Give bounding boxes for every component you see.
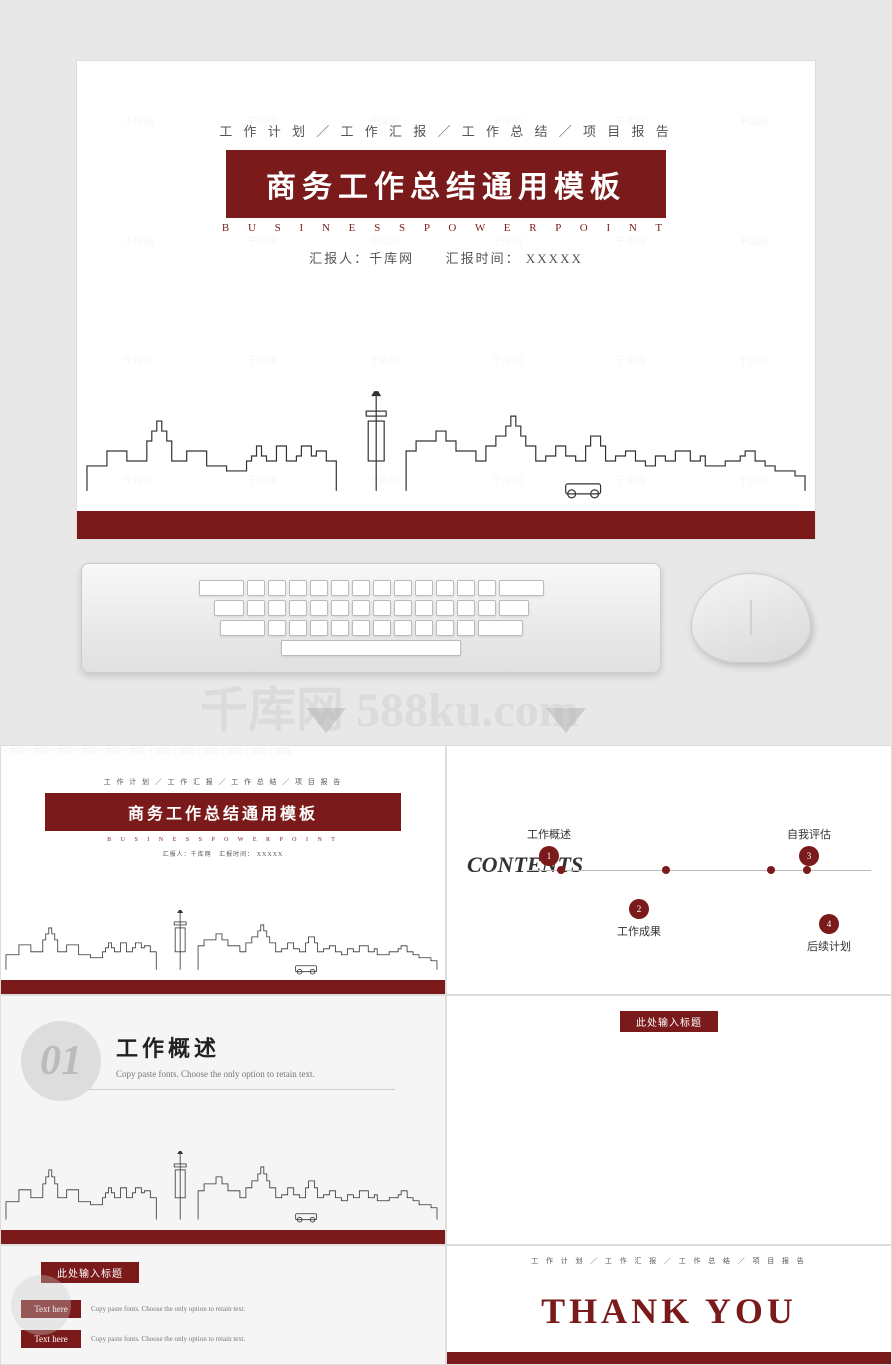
contents-item-4: 4 后续计划 bbox=[807, 914, 851, 954]
section01-skyline bbox=[1, 1150, 445, 1230]
arrow-section bbox=[0, 695, 892, 745]
contents-item-2-label: 工作成果 bbox=[617, 923, 661, 939]
contents-line bbox=[527, 870, 871, 871]
thankyou-cell: 工 作 计 划 ／ 工 作 汇 报 ／ 工 作 总 结 ／ 项 目 报 告 TH… bbox=[446, 1245, 892, 1365]
arrow-right bbox=[546, 708, 586, 733]
num-bg-circle-sm bbox=[11, 1275, 71, 1335]
section01-bottom-bar bbox=[1, 1230, 445, 1244]
keyboard-image bbox=[81, 563, 661, 673]
contents-item-3-label: 自我评估 bbox=[787, 826, 831, 842]
texthere-desc-1: Copy paste fonts. Choose the only option… bbox=[91, 1305, 246, 1313]
texthere-cell: 此处输入标题 Text here Copy paste fonts. Choos… bbox=[0, 1245, 446, 1365]
arrow-left bbox=[306, 708, 346, 733]
grid-section: 千库网千库网千库网千库网千库网千库网 千库网千库网千库网千库网千库网千库网 工 … bbox=[0, 745, 892, 1365]
contents-dot-2 bbox=[662, 866, 670, 874]
contents-item-1: 工作概述 1 bbox=[527, 826, 571, 866]
section01-title: 工作概述 bbox=[116, 1031, 420, 1063]
city-skyline bbox=[77, 391, 815, 511]
texthere-row-1: Text here Copy paste fonts. Choose the o… bbox=[21, 1300, 425, 1318]
contents-item-1-num: 1 bbox=[539, 846, 559, 866]
title-input-badge: 此处输入标题 bbox=[620, 1011, 718, 1032]
slide-bottom-bar bbox=[77, 511, 815, 539]
slide-main-title: 商务工作总结通用模板 bbox=[226, 150, 666, 218]
contents-item-4-num: 4 bbox=[819, 914, 839, 934]
contents-item-2: 2 工作成果 bbox=[617, 899, 661, 939]
ty-bottom-bar bbox=[447, 1352, 891, 1364]
contents-item-1-label: 工作概述 bbox=[527, 826, 571, 842]
slide-content: 工 作 计 划 ／ 工 作 汇 报 ／ 工 作 总 结 ／ 项 目 报 告 商务… bbox=[77, 61, 815, 267]
section01-line bbox=[51, 1089, 395, 1090]
slide-reporter: 汇报人：千库网 汇报时间： XXXXX bbox=[309, 248, 583, 267]
texthere-desc-2: Copy paste fonts. Choose the only option… bbox=[91, 1335, 246, 1343]
contents-item-2-num: 2 bbox=[629, 899, 649, 919]
slide-subtitle: 工 作 计 划 ／ 工 作 汇 报 ／ 工 作 总 结 ／ 项 目 报 告 bbox=[219, 121, 673, 140]
contents-cell: CONTENTS 工作概述 1 自我评估 3 2 工作成果 bbox=[446, 745, 892, 995]
mini-slide-cell: 千库网千库网千库网千库网千库网千库网 千库网千库网千库网千库网千库网千库网 工 … bbox=[0, 745, 446, 995]
contents-item-3: 自我评估 3 bbox=[787, 826, 831, 866]
section01-num: 01 bbox=[40, 1037, 82, 1085]
contents-item-3-num: 3 bbox=[799, 846, 819, 866]
top-slide: 千库网千库网千库网千库网千库网千库网 千库网千库网千库网千库网千库网千库网 千库… bbox=[76, 60, 816, 540]
num-bg-circle: 01 bbox=[21, 1021, 101, 1101]
mouse-image bbox=[691, 573, 811, 663]
title-input-cell: 此处输入标题 bbox=[446, 995, 892, 1245]
contents-item-4-label: 后续计划 bbox=[807, 938, 851, 954]
contents-dot-4 bbox=[803, 866, 811, 874]
contents-dot-1 bbox=[557, 866, 565, 874]
ty-subtitle: 工 作 计 划 ／ 工 作 汇 报 ／ 工 作 总 结 ／ 项 目 报 告 bbox=[462, 1256, 876, 1266]
mini-reporter: 汇报人：千库网 汇报时间： XXXXX bbox=[1, 849, 445, 858]
slide-business-sub: B U S I N E S S P O W E R P O I N T bbox=[222, 222, 670, 234]
texthere-row-2: Text here Copy paste fonts. Choose the o… bbox=[21, 1330, 425, 1348]
section01-desc: Copy paste fonts. Choose the only option… bbox=[116, 1069, 420, 1079]
mini-subtitle: 工 作 计 划 ／ 工 作 汇 报 ／ 工 作 总 结 ／ 项 目 报 告 bbox=[1, 757, 445, 787]
mini-bottom-bar bbox=[1, 980, 445, 994]
section01-cell: 01 工作概述 Copy paste fonts. Choose the onl… bbox=[0, 995, 446, 1245]
ty-main-text: THANK YOU bbox=[462, 1293, 876, 1329]
contents-dot-3 bbox=[767, 866, 775, 874]
mini-skyline bbox=[1, 910, 445, 980]
section01-inner: 01 工作概述 Copy paste fonts. Choose the onl… bbox=[1, 996, 445, 1110]
mini-slide: 千库网千库网千库网千库网千库网千库网 千库网千库网千库网千库网千库网千库网 工 … bbox=[1, 746, 445, 994]
mini-watermark: 千库网千库网千库网千库网千库网千库网 千库网千库网千库网千库网千库网千库网 bbox=[1, 746, 445, 757]
mini-biz-sub: B U S I N E S S P O W E R P O I N T bbox=[1, 837, 445, 843]
mini-title-box: 商务工作总结通用模板 bbox=[45, 793, 400, 831]
keyboard-section bbox=[0, 540, 892, 695]
